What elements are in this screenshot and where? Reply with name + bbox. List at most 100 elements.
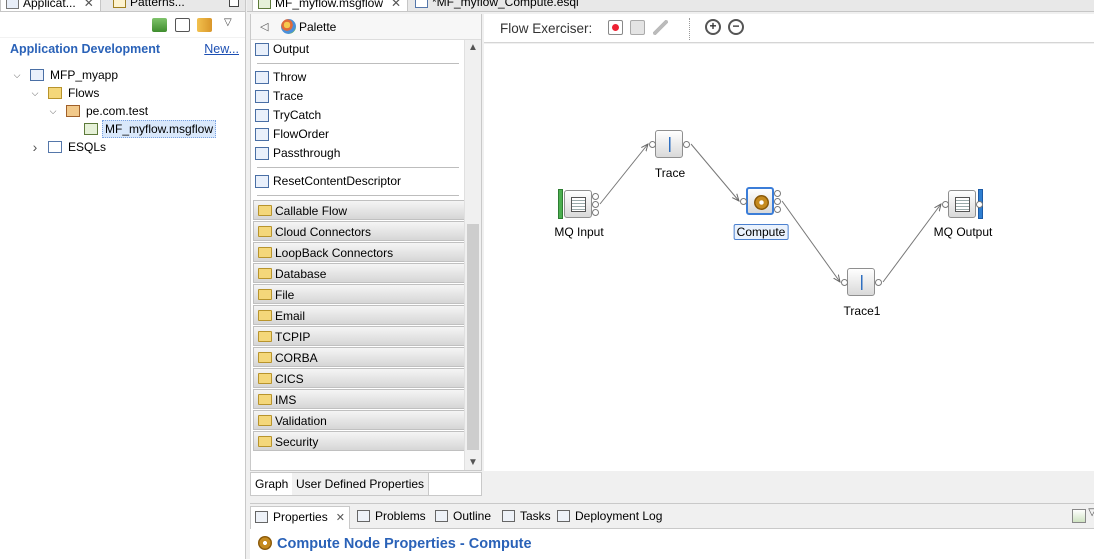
input-terminal[interactable]: [841, 279, 848, 286]
scroll-thumb[interactable]: [467, 224, 479, 450]
palette-item[interactable]: Passthrough: [251, 144, 465, 163]
palette-drawer-label: Validation: [275, 414, 327, 428]
tree-item[interactable]: › ESQLs: [0, 138, 245, 156]
flow-connection[interactable]: [882, 204, 941, 283]
flow-connection[interactable]: [781, 200, 840, 282]
esql-file-icon: [415, 0, 428, 8]
tab-graph[interactable]: Graph: [251, 473, 294, 495]
input-terminal[interactable]: [942, 201, 949, 208]
output-terminal[interactable]: [875, 279, 882, 286]
new-link[interactable]: New...: [204, 42, 239, 56]
folder-icon: [258, 226, 272, 237]
msgflow-file-icon: [84, 123, 98, 135]
palette-drawer[interactable]: CICS: [253, 368, 465, 388]
flow-connection[interactable]: [599, 144, 648, 205]
link-with-editor-icon[interactable]: [197, 18, 212, 32]
tab-patterns[interactable]: Patterns...: [108, 0, 191, 11]
palette-drawer[interactable]: CORBA: [253, 347, 465, 367]
palette-item[interactable]: Output: [251, 40, 465, 59]
tree-item[interactable]: MF_myflow.msgflow: [0, 120, 245, 138]
output-terminal[interactable]: [592, 201, 599, 208]
palette-item[interactable]: TryCatch: [251, 106, 465, 125]
tree-item[interactable]: ⌵ MFP_myapp: [0, 66, 245, 84]
tree-item[interactable]: ⌵ Flows: [0, 84, 245, 102]
collapse-palette-icon[interactable]: ◁: [260, 20, 268, 33]
palette-item[interactable]: FlowOrder: [251, 125, 465, 144]
close-icon[interactable]: ✕: [336, 512, 345, 524]
bottom-view-tabs: Properties ✕ Problems Outline Tasks Deploymen…: [250, 504, 1094, 529]
palette-item[interactable]: Trace: [251, 87, 465, 106]
tab-user-defined-properties[interactable]: User Defined Properties: [292, 473, 430, 495]
node-type-icon: [255, 109, 269, 122]
zoom-in-icon[interactable]: +: [705, 19, 721, 35]
output-terminal[interactable]: [774, 206, 781, 213]
flow-node-trace[interactable]: [847, 268, 875, 296]
palette-drawer[interactable]: LoopBack Connectors: [253, 242, 465, 262]
tab-deployment-log[interactable]: Deployment Log: [553, 506, 666, 529]
scroll-up-icon[interactable]: ▲: [465, 40, 481, 56]
palette-drawer[interactable]: IMS: [253, 389, 465, 409]
palette-drawer[interactable]: Validation: [253, 410, 465, 430]
chevron-right-icon[interactable]: ›: [30, 138, 40, 156]
collapse-all-icon[interactable]: [175, 18, 190, 32]
palette-drawer[interactable]: TCPIP: [253, 326, 465, 346]
chevron-down-icon[interactable]: ⌵: [12, 66, 22, 84]
view-menu-icon[interactable]: ▽: [1088, 507, 1094, 518]
scroll-down-icon[interactable]: ▼: [465, 455, 481, 470]
flow-node-label[interactable]: Trace: [655, 166, 685, 180]
output-terminal[interactable]: [683, 141, 690, 148]
palette-item-label: ResetContentDescriptor: [273, 174, 402, 188]
toolbar-separator: [689, 18, 690, 40]
close-icon[interactable]: ✕: [391, 0, 401, 10]
flow-connection[interactable]: [690, 143, 739, 201]
input-terminal[interactable]: [649, 141, 656, 148]
palette-item[interactable]: ResetContentDescriptor: [251, 172, 465, 191]
tab-esql-editor[interactable]: *MF_myflow_Compute.esql: [410, 0, 585, 11]
pin-icon[interactable]: [1072, 509, 1086, 523]
folder-icon: [258, 331, 272, 342]
flow-node-label[interactable]: Trace1: [844, 304, 881, 318]
palette-drawer[interactable]: Cloud Connectors: [253, 221, 465, 241]
flow-node-label[interactable]: MQ Output: [934, 225, 993, 239]
zoom-out-icon[interactable]: −: [728, 19, 744, 35]
palette-scrollbar[interactable]: ▲ ▼: [464, 40, 481, 470]
mq-output-icon: [955, 197, 970, 212]
tab-application-development[interactable]: Applicat... ✕: [0, 0, 101, 11]
palette-drawer[interactable]: File: [253, 284, 465, 304]
palette-drawer[interactable]: Security: [253, 431, 465, 451]
tree-item[interactable]: ⌵ pe.com.test: [0, 102, 245, 120]
new-project-icon[interactable]: [152, 18, 167, 32]
tab-properties[interactable]: Properties ✕: [250, 506, 350, 529]
tab-outline[interactable]: Outline: [431, 506, 495, 529]
tab-problems[interactable]: Problems: [353, 506, 430, 529]
view-menu-icon[interactable]: ▽: [224, 17, 236, 31]
palette-item[interactable]: Throw: [251, 68, 465, 87]
palette-drawer[interactable]: Callable Flow: [253, 200, 465, 220]
output-terminal[interactable]: [592, 193, 599, 200]
input-terminal[interactable]: [740, 198, 747, 205]
output-terminal[interactable]: [592, 209, 599, 216]
palette-separator: [257, 167, 459, 168]
output-terminal[interactable]: [774, 190, 781, 197]
flow-node-label[interactable]: Compute: [733, 224, 789, 240]
palette-drawer-label: Callable Flow: [275, 204, 348, 218]
start-flow-exerciser-icon[interactable]: [608, 20, 623, 35]
send-message-icon[interactable]: [630, 20, 645, 35]
view-path-icon[interactable]: [653, 20, 668, 35]
output-terminal[interactable]: [976, 201, 983, 208]
tab-msgflow-editor[interactable]: MF_myflow.msgflow ✕: [252, 0, 409, 11]
close-icon[interactable]: ✕: [84, 0, 94, 10]
flow-node-trace[interactable]: [655, 130, 683, 158]
flow-node-mq-input[interactable]: [564, 190, 592, 218]
flow-canvas[interactable]: MQ Input Trace Compute Trace1 MQ Output: [484, 44, 1094, 471]
flow-node-label[interactable]: MQ Input: [554, 225, 603, 239]
palette-drawer[interactable]: Database: [253, 263, 465, 283]
palette-drawer[interactable]: Email: [253, 305, 465, 325]
chevron-down-icon[interactable]: ⌵: [48, 102, 58, 120]
flow-node-compute[interactable]: [746, 187, 774, 215]
maximize-icon[interactable]: [229, 0, 239, 7]
tab-tasks[interactable]: Tasks: [498, 506, 555, 529]
output-terminal[interactable]: [774, 198, 781, 205]
flow-node-mq-output[interactable]: [948, 190, 976, 218]
chevron-down-icon[interactable]: ⌵: [30, 84, 40, 102]
